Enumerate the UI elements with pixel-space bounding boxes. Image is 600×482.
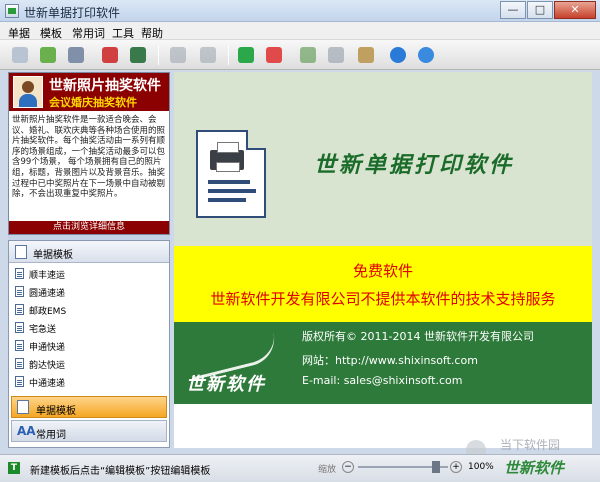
zoom-in-button[interactable]: +	[450, 461, 462, 473]
template-list-panel: 单据模板 顺丰速运 圆通速递 邮政EMS 宅急送 申通快递 韵达快运 中通速递 …	[8, 240, 170, 448]
doc-line	[208, 198, 246, 202]
detail-link[interactable]: 点击浏览详细信息	[9, 221, 169, 234]
email-text[interactable]: E-mail: sales@shixinsoft.com	[302, 374, 462, 387]
nav-button-common-words-label: 常用词	[36, 430, 66, 441]
window-title: 世新单据打印软件	[24, 6, 121, 20]
edit-icon[interactable]	[8, 43, 32, 67]
document-icon	[15, 322, 24, 333]
free-software-label: 免费软件	[352, 262, 413, 280]
nav-button-templates[interactable]: 单据模板	[11, 396, 167, 418]
document-printer-illustration	[196, 130, 266, 218]
status-text: 新建模板后点击“编辑模板”按钮编辑模板	[30, 466, 211, 477]
font-icon: AA	[17, 424, 36, 438]
toolbar	[0, 40, 600, 70]
settings-icon[interactable]	[166, 43, 190, 67]
zoom-slider-thumb[interactable]	[432, 461, 440, 473]
copyright-text: 版权所有© 2011-2014 世新软件开发有限公司	[302, 330, 534, 343]
delete-red-icon[interactable]	[98, 43, 122, 67]
minimize-button[interactable]: —	[500, 1, 526, 19]
no-support-notice: 世新软件开发有限公司不提供本软件的技术支持服务	[210, 290, 556, 308]
company-logo: 世新软件	[186, 374, 266, 395]
zoom-out-button[interactable]: −	[342, 461, 354, 473]
document-icon	[15, 376, 24, 387]
zoom-value: 100%	[468, 462, 494, 472]
print-icon[interactable]	[64, 43, 88, 67]
document-icon	[15, 245, 27, 259]
banner-company: 世新软件 版权所有© 2011-2014 世新软件开发有限公司 网站：http:…	[174, 322, 592, 404]
close-button[interactable]: ✕	[554, 1, 596, 19]
menu-bar: 单据 模板 常用词 工具 帮助	[0, 22, 600, 40]
document-icon	[15, 358, 24, 369]
help-icon[interactable]	[386, 43, 410, 67]
slogan: 世新单据打印软件	[314, 153, 515, 178]
menu-item-help[interactable]: 帮助	[141, 25, 163, 41]
approve-icon[interactable]	[36, 43, 60, 67]
nav-button-common-words[interactable]: AA 常用词	[11, 420, 167, 442]
banner-top: 世新单据打印软件	[174, 72, 592, 246]
zoom-label: 缩放	[318, 465, 337, 475]
watermark-text: 当下软件园	[500, 438, 561, 452]
printer-icon	[210, 142, 244, 172]
banner-notice: 免费软件 世新软件开发有限公司不提供本软件的技术支持服务	[174, 246, 592, 322]
menu-item-common-words[interactable]: 常用词	[72, 25, 105, 41]
database-icon[interactable]	[126, 43, 150, 67]
watermark-logo: 世新软件	[504, 459, 565, 477]
remove-icon[interactable]	[262, 43, 286, 67]
website-text[interactable]: 网站：http://www.shixinsoft.com	[302, 352, 478, 368]
status-icon: T	[8, 462, 20, 474]
menu-item-tools[interactable]: 工具	[112, 25, 134, 41]
menu-item-bills[interactable]: 单据	[8, 25, 30, 41]
product-name: 世新照片抽奖软件	[49, 78, 161, 94]
product-info-box: 世新照片抽奖软件 会议婚庆抽奖软件 世新照片抽奖软件是一款适合晚会、会议、婚礼、…	[8, 72, 170, 235]
app-icon[interactable]	[5, 4, 19, 18]
menu-item-templates[interactable]: 模板	[40, 25, 62, 41]
document-icon	[15, 286, 24, 297]
avatar	[13, 76, 43, 108]
document-icon	[15, 304, 24, 315]
save-icon[interactable]	[196, 43, 220, 67]
font-down-icon[interactable]	[324, 43, 348, 67]
product-header: 世新照片抽奖软件 会议婚庆抽奖软件	[9, 73, 169, 111]
doc-line	[208, 189, 256, 193]
document-icon	[15, 268, 24, 279]
product-subtitle: 会议婚庆抽奖软件	[49, 96, 137, 109]
doc-line	[208, 180, 250, 184]
web-icon[interactable]	[414, 43, 438, 67]
maximize-button[interactable]: □	[527, 1, 553, 19]
toolbar-separator	[228, 45, 229, 65]
nav-button-templates-label: 单据模板	[36, 406, 76, 417]
add-icon[interactable]	[234, 43, 258, 67]
window-controls: — □ ✕	[499, 1, 596, 19]
template-list-title: 单据模板	[33, 250, 73, 261]
tools-icon[interactable]	[354, 43, 378, 67]
left-panel: 世新照片抽奖软件 会议婚庆抽奖软件 世新照片抽奖软件是一款适合晚会、会议、婚礼、…	[8, 72, 170, 448]
document-icon	[17, 400, 29, 414]
font-up-icon[interactable]	[296, 43, 320, 67]
document-icon	[15, 340, 24, 351]
toolbar-separator	[158, 45, 159, 65]
product-description: 世新照片抽奖软件是一款适合晚会、会议、婚礼、联欢庆典等各种场合使用的照片抽奖软件…	[12, 115, 166, 200]
template-list-header: 单据模板	[9, 241, 169, 263]
main-content: 世新单据打印软件 免费软件 世新软件开发有限公司不提供本软件的技术支持服务 世新…	[174, 72, 592, 448]
title-bar: 世新单据打印软件 — □ ✕	[0, 0, 600, 22]
